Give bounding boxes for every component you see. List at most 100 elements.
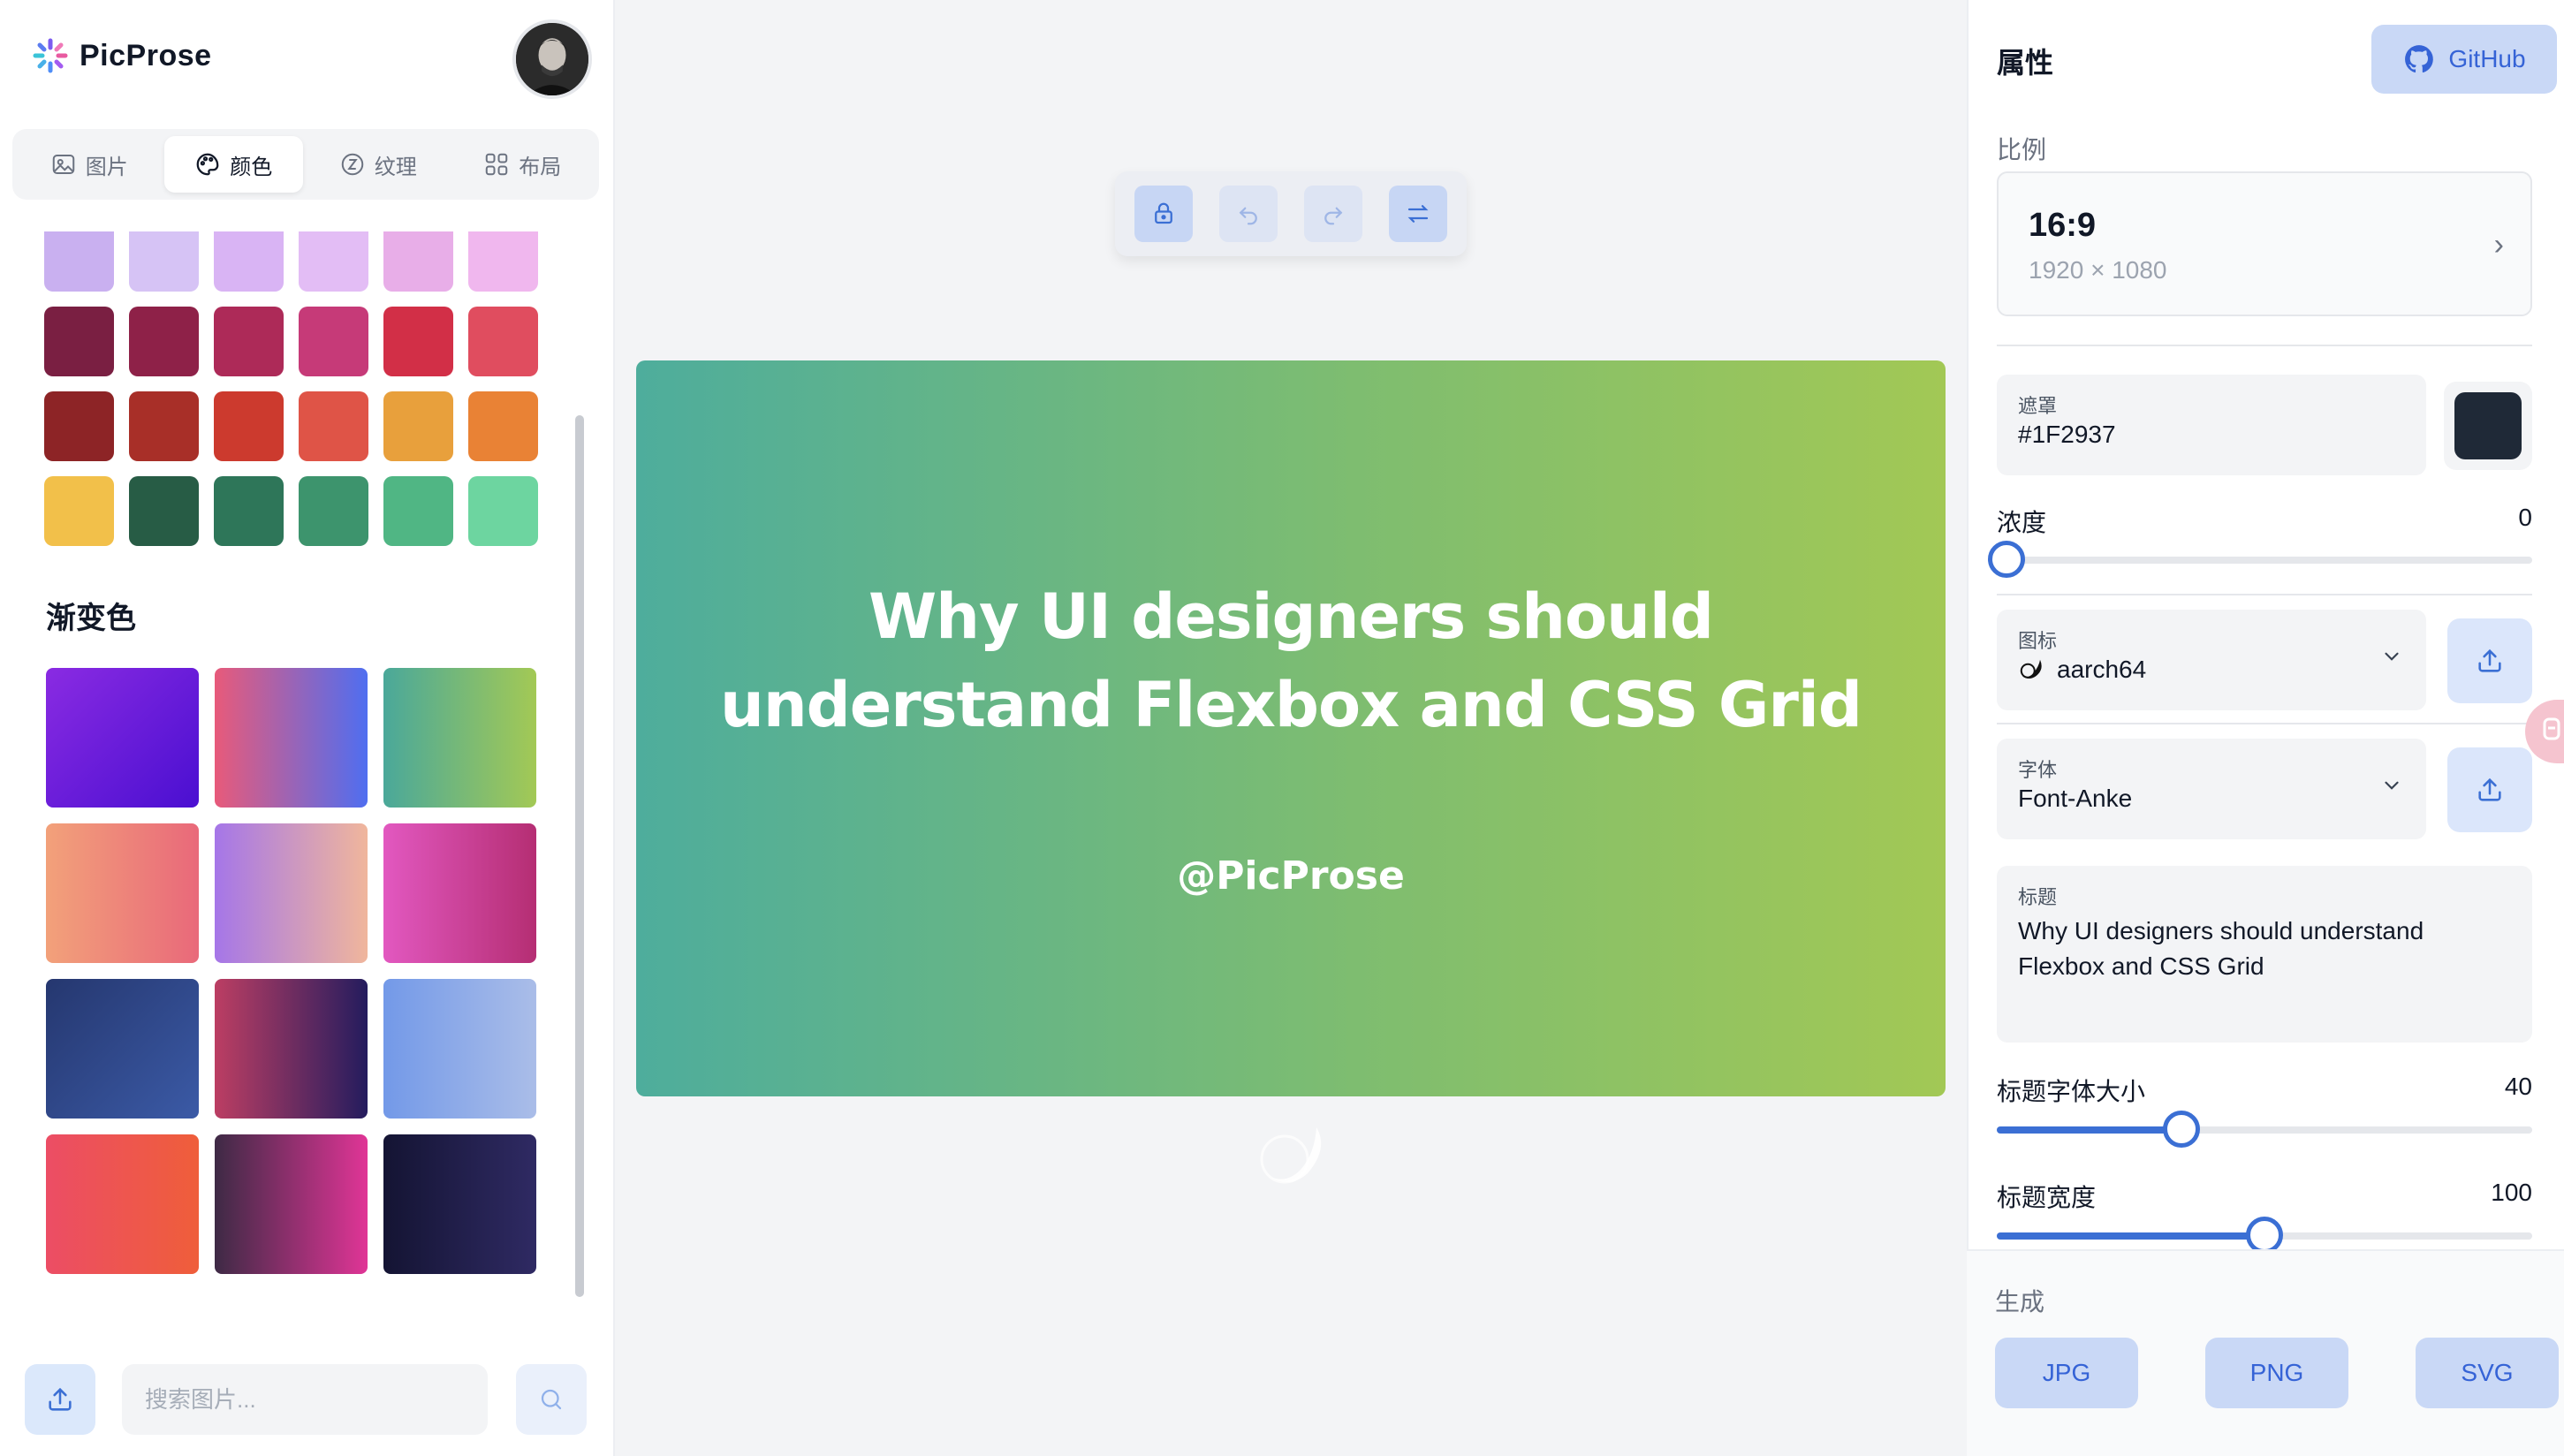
ratio-value: 16:9 (2029, 207, 2097, 244)
divider (1997, 723, 2532, 724)
color-swatch[interactable] (44, 231, 114, 292)
color-swatch[interactable] (468, 476, 538, 546)
gradient-swatch[interactable] (215, 823, 368, 963)
upload-icon (2478, 777, 2501, 801)
gradient-swatch[interactable] (215, 979, 368, 1119)
gradient-swatch[interactable] (383, 979, 536, 1119)
swatch-row (44, 476, 548, 546)
redo-icon (1324, 207, 1343, 225)
swatch-row (44, 307, 548, 376)
tab-layout[interactable]: 布局 (453, 136, 593, 193)
color-swatch[interactable] (214, 476, 284, 546)
undo-icon (1239, 207, 1257, 225)
heading-textarea[interactable]: 标题 Why UI designers should understand Fl… (1997, 866, 2532, 1043)
tab-images[interactable]: 图片 (19, 136, 159, 193)
color-swatch[interactable] (383, 391, 453, 461)
color-swatch[interactable] (129, 307, 199, 376)
opacity-slider-knob[interactable] (1988, 541, 2025, 578)
gradient-swatch[interactable] (383, 668, 536, 808)
gradient-swatch[interactable] (383, 1134, 536, 1274)
upload-font-button[interactable] (2447, 747, 2532, 832)
aarch64-watermark-icon (1255, 1122, 1329, 1189)
export-png-button[interactable]: PNG (2205, 1338, 2348, 1408)
aarch64-icon (2020, 659, 2042, 679)
color-swatch[interactable] (468, 307, 538, 376)
search-input[interactable] (122, 1364, 488, 1435)
cover-canvas[interactable]: Why UI designers should understand Flexb… (636, 360, 1946, 1096)
gradient-swatch[interactable] (46, 1134, 199, 1274)
export-jpg-button[interactable]: JPG (1995, 1338, 2138, 1408)
swatch-row (44, 231, 548, 292)
mask-label: 遮罩 (2018, 395, 2058, 417)
github-label: GitHub (2448, 45, 2526, 72)
github-icon (2405, 45, 2434, 73)
gradient-swatch[interactable] (215, 668, 368, 808)
color-swatch[interactable] (44, 307, 114, 376)
color-swatch[interactable] (129, 476, 199, 546)
mask-color-swatch (2454, 392, 2522, 459)
color-swatch[interactable] (44, 391, 114, 461)
generate-label: 生成 (1995, 1288, 2045, 1316)
color-swatch[interactable] (299, 476, 368, 546)
color-swatch[interactable] (383, 307, 453, 376)
upload-icon (2478, 648, 2501, 672)
heading-width-value: 100 (2491, 1179, 2532, 1206)
undo-button[interactable] (1219, 186, 1278, 242)
picprose-logo-icon (32, 37, 69, 74)
texture-icon (341, 153, 363, 176)
avatar[interactable] (512, 19, 592, 99)
assistant-icon (2543, 717, 2560, 740)
upload-icon-button[interactable] (2447, 618, 2532, 703)
mask-color-picker[interactable] (2444, 382, 2532, 470)
tab-colors[interactable]: 颜色 (163, 136, 303, 193)
upload-image-button[interactable] (25, 1364, 95, 1435)
gradient-swatch[interactable] (46, 823, 199, 963)
gradient-swatch[interactable] (215, 1134, 368, 1274)
redo-button[interactable] (1304, 186, 1362, 242)
gradient-row (46, 979, 536, 1119)
icon-select[interactable]: 图标 aarch64 (1997, 610, 2426, 710)
color-swatch[interactable] (468, 231, 538, 292)
color-swatch[interactable] (383, 476, 453, 546)
github-button[interactable]: GitHub (2371, 25, 2557, 94)
ratio-selector[interactable]: 16:9 1920 × 1080 › (1997, 171, 2532, 316)
search-button[interactable] (516, 1364, 587, 1435)
gradient-swatch[interactable] (46, 979, 199, 1119)
color-swatch[interactable] (214, 391, 284, 461)
canvas-toolbar (1115, 171, 1467, 256)
heading-width-slider-knob[interactable] (2246, 1217, 2283, 1254)
heading-size-slider-knob[interactable] (2163, 1111, 2201, 1148)
heading-size-value: 40 (2504, 1073, 2532, 1100)
color-swatch[interactable] (129, 391, 199, 461)
heading-width-label: 标题宽度 (1997, 1184, 2097, 1211)
mask-color-field[interactable]: 遮罩 #1F2937 (1997, 375, 2426, 475)
divider (1997, 594, 2532, 595)
swap-button[interactable] (1389, 186, 1447, 242)
font-select[interactable]: 字体 Font-Anke (1997, 739, 2426, 839)
heading-size-slider[interactable] (1997, 1111, 2532, 1148)
heading-value: Why UI designers should understand Flexb… (2018, 917, 2424, 980)
gradient-swatch[interactable] (46, 668, 199, 808)
lock-button[interactable] (1134, 186, 1193, 242)
tab-label: 颜色 (230, 155, 273, 179)
color-swatch[interactable] (468, 391, 538, 461)
export-svg-button[interactable]: SVG (2416, 1338, 2559, 1408)
tab-textures[interactable]: 纹理 (308, 136, 448, 193)
color-swatch[interactable] (299, 307, 368, 376)
color-swatch[interactable] (214, 307, 284, 376)
tab-label: 图片 (85, 155, 128, 179)
heading-width-slider[interactable] (1997, 1217, 2532, 1254)
color-swatch[interactable] (299, 231, 368, 292)
gradients-heading: 渐变色 (46, 602, 136, 635)
mask-value: #1F2937 (2018, 421, 2116, 448)
color-swatch[interactable] (44, 476, 114, 546)
gradient-swatch[interactable] (383, 823, 536, 963)
opacity-slider[interactable] (1988, 541, 2532, 578)
sidebar-scrollbar[interactable] (575, 415, 584, 1297)
color-swatch[interactable] (299, 391, 368, 461)
color-swatch[interactable] (129, 231, 199, 292)
brand[interactable]: PicProse (32, 37, 212, 74)
chevron-down-icon (2385, 652, 2399, 661)
color-swatch[interactable] (214, 231, 284, 292)
color-swatch[interactable] (383, 231, 453, 292)
